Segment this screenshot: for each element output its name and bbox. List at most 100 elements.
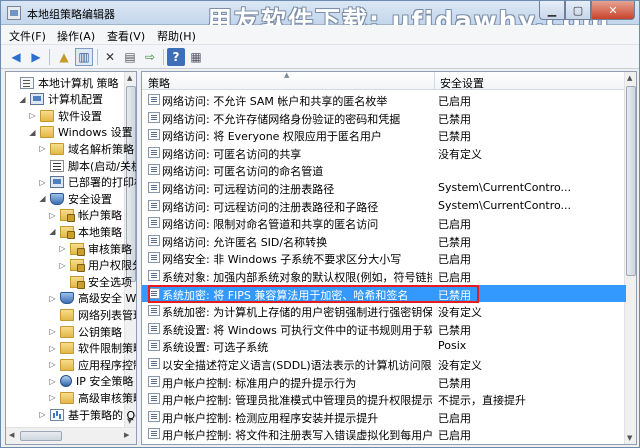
tree-item[interactable]: ▷ 应用程序控制策略 bbox=[48, 356, 136, 373]
list-row[interactable]: 网络访问: 不允许存储网络身份验证的密码和凭据 已禁用 bbox=[142, 109, 626, 127]
tree-hscroll-thumb[interactable] bbox=[20, 431, 62, 441]
policy-item-icon bbox=[148, 375, 160, 387]
tree-item[interactable]: 安全选项 bbox=[58, 273, 132, 290]
list-row[interactable]: 网络访问: 可远程访问的注册表路径 System\CurrentContro... bbox=[142, 179, 626, 197]
policy-setting: 已启用 bbox=[438, 218, 471, 232]
show-tree-icon[interactable]: ▥ bbox=[75, 48, 93, 66]
collapse-arrow-icon[interactable]: ◢ bbox=[48, 227, 57, 236]
expand-arrow-icon[interactable]: ▷ bbox=[58, 261, 67, 270]
tree-horizontal-scrollbar[interactable]: ◀ ▶ bbox=[6, 427, 136, 444]
list-row[interactable]: 网络访问: 可匿名访问的命名管道 bbox=[142, 161, 626, 179]
view-icon[interactable]: ▦ bbox=[187, 48, 205, 66]
expand-arrow-icon[interactable]: ▷ bbox=[28, 111, 37, 120]
minimize-button[interactable]: ▁ bbox=[539, 1, 565, 20]
tree-item-label: 网络列表管理器策略 bbox=[78, 308, 136, 322]
list-row[interactable]: 系统加密: 为计算机上存储的用户密钥强制进行强密钥保护 没有定义 bbox=[142, 302, 626, 320]
menu-view[interactable]: 查看(V) bbox=[107, 28, 145, 44]
close-button[interactable]: ✕ bbox=[591, 1, 635, 20]
list-row[interactable]: 系统设置: 可选子系统 Posix bbox=[142, 337, 626, 355]
list-row[interactable]: 用户帐户控制: 将文件和注册表写入错误虚拟化到每用户位置 已启用 bbox=[142, 425, 626, 443]
list-row[interactable]: 用户帐户控制: 标准用户的提升提示行为 已禁用 bbox=[142, 373, 626, 391]
list-row[interactable]: 网络安全: 非 Windows 子系统不要求区分大小写 已启用 bbox=[142, 249, 626, 267]
delete-icon[interactable]: ✕ bbox=[101, 48, 119, 66]
properties-icon[interactable]: ▤ bbox=[121, 48, 139, 66]
tree-item[interactable]: ▷ IP 安全策略 bbox=[48, 373, 133, 390]
up-folder-icon[interactable]: ▲ bbox=[55, 48, 73, 66]
list-row[interactable]: 系统对象: 加强内部系统对象的默认权限(例如，符号链接) 已启用 bbox=[142, 267, 626, 285]
list-row[interactable]: 用户帐户控制: 管理员批准模式中管理员的提升权限提示的... 不提示，直接提升 bbox=[142, 390, 626, 408]
folder-icon bbox=[60, 308, 74, 321]
policy-item-icon bbox=[148, 287, 160, 299]
tree-item[interactable]: 本地计算机 策略 bbox=[8, 74, 119, 91]
tree-item[interactable]: 脚本(启动/关机) bbox=[38, 157, 136, 174]
tree-item[interactable]: ◢ 安全设置 bbox=[38, 190, 112, 207]
menu-file[interactable]: 文件(F) bbox=[9, 28, 46, 44]
lock-folder-icon bbox=[70, 275, 85, 289]
policy-setting: Posix bbox=[438, 339, 467, 353]
expand-arrow-icon[interactable]: ▷ bbox=[48, 294, 57, 303]
list-row[interactable]: 网络访问: 可匿名访问的共享 没有定义 bbox=[142, 144, 626, 162]
list-row[interactable]: 网络访问: 将 Everyone 权限应用于匿名用户 已禁用 bbox=[142, 126, 626, 144]
menu-action[interactable]: 操作(A) bbox=[57, 28, 95, 44]
list-row[interactable]: 网络访问: 不允许 SAM 帐户和共享的匿名枚举 已启用 bbox=[142, 91, 626, 109]
scroll-left-icon[interactable]: ◀ bbox=[9, 431, 14, 439]
menu-help[interactable]: 帮助(H) bbox=[157, 28, 196, 44]
tree-item[interactable]: ▷ 域名解析策略 bbox=[38, 140, 134, 157]
tree-item[interactable]: ▷ 基于策略的 QoS bbox=[38, 406, 136, 423]
expand-arrow-icon[interactable]: ▷ bbox=[38, 144, 47, 153]
expand-arrow-icon[interactable]: ▷ bbox=[38, 410, 47, 419]
expand-arrow-icon[interactable]: ▷ bbox=[48, 377, 57, 386]
expand-arrow-icon[interactable]: ▷ bbox=[48, 211, 57, 220]
tree-item[interactable]: ▷ 已部署的打印机 bbox=[38, 174, 136, 191]
tree-item[interactable]: ▷ 高级安全 Windows 防火墙 bbox=[48, 290, 136, 307]
list-row[interactable]: 用户帐户控制: 检测应用程序安装并提示提升 已启用 bbox=[142, 408, 626, 426]
tree-item[interactable]: ▷ 公钥策略 bbox=[48, 323, 122, 340]
expand-arrow-icon[interactable]: ▷ bbox=[58, 244, 67, 253]
policy-name: 网络访问: 可匿名访问的共享 bbox=[162, 147, 302, 161]
collapse-arrow-icon[interactable]: ◢ bbox=[38, 194, 47, 203]
help-icon[interactable]: ? bbox=[167, 48, 185, 66]
tree-item[interactable]: ▷ 审核策略 bbox=[58, 240, 132, 257]
list-row-selected[interactable]: 系统加密: 将 FIPS 兼容算法用于加密、哈希和签名 已禁用 bbox=[142, 284, 626, 303]
expand-arrow-icon[interactable]: ▷ bbox=[48, 327, 57, 336]
tree-item[interactable]: ◢ 计算机配置 bbox=[18, 91, 103, 108]
folder-icon bbox=[60, 358, 74, 371]
scroll-right-icon[interactable]: ▶ bbox=[124, 431, 129, 439]
expand-arrow-icon[interactable]: ▷ bbox=[48, 344, 57, 353]
expand-arrow-icon[interactable]: ▷ bbox=[38, 178, 47, 187]
list-row[interactable]: 网络访问: 允许匿名 SID/名称转换 已禁用 bbox=[142, 232, 626, 250]
scroll-up-icon[interactable]: ▲ bbox=[627, 74, 632, 82]
forward-arrow-icon[interactable]: ▶ bbox=[27, 48, 45, 66]
tree-item[interactable]: ▷ 用户权限分配 bbox=[58, 257, 136, 274]
maximize-button[interactable]: ▢ bbox=[565, 1, 591, 20]
policy-name: 以安全描述符定义语言(SDDL)语法表示的计算机访问限制 bbox=[162, 359, 432, 372]
list-row[interactable]: 系统设置: 将 Windows 可执行文件中的证书规则用于软件... 已禁用 bbox=[142, 320, 626, 338]
navigation-tree[interactable]: ▲ ▼ ◀ ▶ 本地计算机 策略 ◢ 计算机配置 ▷ 软件设置 ◢ Windows 设置 ▷ 域… bbox=[5, 71, 137, 445]
expand-arrow-icon[interactable]: ▷ bbox=[48, 393, 57, 402]
scroll-down-icon[interactable]: ▼ bbox=[627, 434, 632, 442]
tree-item[interactable]: ▷ 软件限制策略 bbox=[48, 340, 136, 357]
scroll-up-icon[interactable]: ▲ bbox=[127, 74, 132, 82]
tree-item[interactable]: ▷ 软件设置 bbox=[28, 107, 102, 124]
collapse-arrow-icon[interactable]: ◢ bbox=[28, 128, 37, 137]
tree-item[interactable]: 网络列表管理器策略 bbox=[48, 306, 136, 323]
expand-arrow-icon[interactable]: ▷ bbox=[48, 360, 57, 369]
export-list-icon[interactable]: ⇨ bbox=[141, 48, 159, 66]
tree-item-label: 安全设置 bbox=[68, 192, 112, 206]
list-row[interactable]: 网络访问: 限制对命名管道和共享的匿名访问 已启用 bbox=[142, 214, 626, 232]
tree-item[interactable]: ▷ 帐户策略 bbox=[48, 207, 122, 224]
list-row[interactable]: 网络访问: 可远程访问的注册表路径和子路径 System\CurrentContr… bbox=[142, 197, 626, 215]
tree-item[interactable]: ◢ Windows 设置 bbox=[28, 124, 133, 141]
column-divider[interactable] bbox=[434, 72, 435, 90]
collapse-arrow-icon[interactable]: ◢ bbox=[18, 95, 27, 104]
tree-item[interactable]: ◢ 本地策略 bbox=[48, 223, 122, 240]
list-scroll-thumb[interactable] bbox=[626, 86, 636, 276]
list-row[interactable]: 以安全描述符定义语言(SDDL)语法表示的计算机访问限制 没有定义 bbox=[142, 355, 626, 373]
back-arrow-icon[interactable]: ◀ bbox=[7, 48, 25, 66]
column-header-setting[interactable]: 安全设置 bbox=[440, 75, 484, 91]
toolbar-divider bbox=[49, 49, 50, 65]
column-header-policy[interactable]: 策略 bbox=[148, 75, 170, 91]
title-bar[interactable]: 本地组策略编辑器 用友软件下载: ufidawhy.com ▁ ▢ ✕ bbox=[1, 1, 639, 35]
tree-item[interactable]: ▷ 高级审核策略配置 bbox=[48, 389, 136, 406]
